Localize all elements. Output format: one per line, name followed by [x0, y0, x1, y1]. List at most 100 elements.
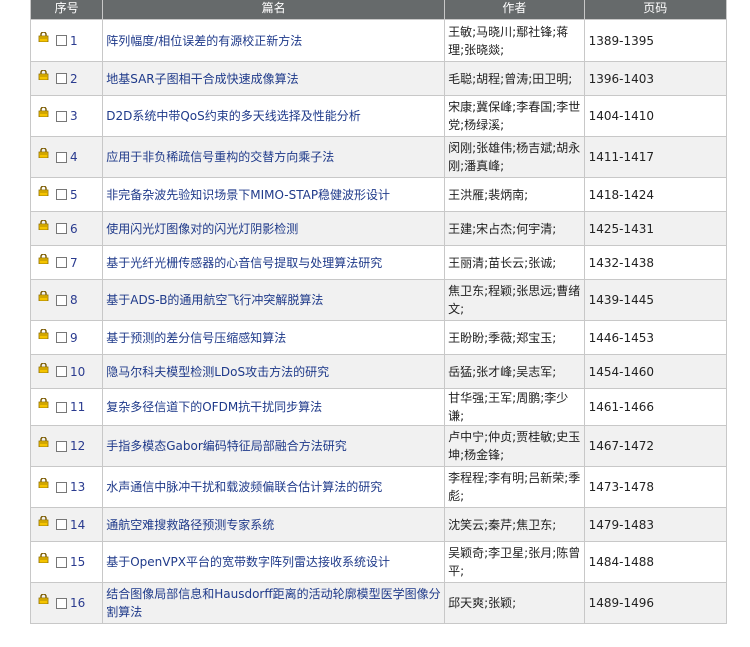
article-pages: 1396-1403 — [583, 61, 728, 96]
lock-icon[interactable] — [38, 107, 49, 117]
article-title-link[interactable]: 非完备杂波先验知识场景下MIMO-STAP稳健波形设计 — [102, 177, 446, 212]
row-number: 9 — [70, 330, 78, 345]
seq-cell: 2 — [29, 61, 104, 96]
article-pages: 1454-1460 — [583, 354, 728, 389]
row-checkbox[interactable] — [56, 189, 67, 200]
table-row: 10 隐马尔科夫模型检测LDoS攻击方法的研究 岳猛;张才峰;吴志军; 1454-14… — [29, 354, 728, 389]
article-pages: 1418-1424 — [583, 177, 728, 212]
article-title-link[interactable]: 水声通信中脉冲干扰和载波频偏联合估计算法的研究 — [102, 466, 446, 508]
article-title-link[interactable]: 结合图像局部信息和Hausdorff距离的活动轮廓模型医学图像分割算法 — [102, 582, 446, 624]
seq-cell: 5 — [29, 177, 104, 212]
article-authors: 甘华强;王军;周鹏;李少谦; — [444, 388, 585, 426]
row-checkbox[interactable] — [56, 110, 67, 122]
seq-cell: 15 — [29, 541, 104, 583]
row-number: 8 — [70, 293, 78, 307]
article-title-link[interactable]: 基于OpenVPX平台的宽带数字阵列雷达接收系统设计 — [102, 541, 446, 583]
row-number: 5 — [70, 187, 78, 202]
lock-icon[interactable] — [38, 185, 49, 196]
row-checkbox[interactable] — [56, 440, 67, 452]
row-checkbox[interactable] — [56, 151, 67, 163]
row-number: 15 — [70, 555, 86, 569]
row-number: 13 — [70, 480, 86, 494]
seq-cell: 6 — [29, 211, 104, 246]
lock-icon[interactable] — [38, 328, 49, 339]
article-pages: 1411-1417 — [583, 136, 728, 178]
article-pages: 1461-1466 — [583, 388, 728, 426]
lock-icon[interactable] — [38, 148, 49, 158]
header-pages[interactable]: 页码 — [583, 0, 728, 20]
row-checkbox[interactable] — [56, 73, 67, 84]
article-title-link[interactable]: 使用闪光灯图像对的闪光灯阴影检测 — [102, 211, 446, 246]
article-title-link[interactable]: D2D系统中带QoS约束的多天线选择及性能分析 — [102, 95, 446, 137]
article-authors: 毛聪;胡程;曾涛;田卫明; — [444, 61, 585, 96]
table-row: 15 基于OpenVPX平台的宽带数字阵列雷达接收系统设计 吴颖奇;李卫星;张月;陈… — [29, 541, 728, 583]
article-authors: 卢中宁;仲贞;贾桂敏;史玉坤;杨金锋; — [444, 425, 585, 467]
article-title-link[interactable]: 基于预测的差分信号压缩感知算法 — [102, 320, 446, 355]
lock-icon[interactable] — [38, 362, 49, 373]
lock-icon[interactable] — [38, 219, 49, 230]
row-checkbox[interactable] — [56, 366, 67, 377]
article-title-link[interactable]: 通航空难搜救路径预测专家系统 — [102, 507, 446, 542]
article-authors: 岳猛;张才峰;吴志军; — [444, 354, 585, 389]
table-row: 12 手指多模态Gabor编码特征局部融合方法研究 卢中宁;仲贞;贾桂敏;史玉坤;杨… — [29, 425, 728, 467]
lock-icon[interactable] — [38, 478, 49, 488]
lock-icon[interactable] — [38, 398, 49, 408]
row-checkbox[interactable] — [56, 597, 67, 609]
table-row: 1 阵列幅度/相位误差的有源校正新方法 王敏;马晓川;鄢社锋;蒋理;张晓燚; 1389… — [29, 19, 728, 62]
article-pages: 1467-1472 — [583, 425, 728, 467]
row-checkbox[interactable] — [56, 332, 67, 343]
article-pages: 1439-1445 — [583, 279, 728, 321]
lock-icon[interactable] — [38, 69, 49, 80]
article-authors: 邱天爽;张颖; — [444, 582, 585, 624]
article-title-link[interactable]: 基于ADS-B的通用航空飞行冲突解脱算法 — [102, 279, 446, 321]
seq-cell: 12 — [29, 425, 104, 467]
article-authors: 王丽清;苗长云;张诚; — [444, 245, 585, 280]
article-title-link[interactable]: 阵列幅度/相位误差的有源校正新方法 — [102, 19, 446, 62]
article-title-link[interactable]: 基于光纤光栅传感器的心音信号提取与处理算法研究 — [102, 245, 446, 280]
article-title-link[interactable]: 地基SAR子图相干合成快速成像算法 — [102, 61, 446, 96]
lock-icon[interactable] — [38, 553, 49, 563]
article-authors: 王洪雁;裴炳南; — [444, 177, 585, 212]
lock-icon[interactable] — [38, 31, 49, 42]
article-pages: 1484-1488 — [583, 541, 728, 583]
header-title[interactable]: 篇名 — [102, 0, 446, 20]
article-title-link[interactable]: 隐马尔科夫模型检测LDoS攻击方法的研究 — [102, 354, 446, 389]
article-authors: 焦卫东;程颖;张思远;曹绪文; — [444, 279, 585, 321]
row-checkbox[interactable] — [56, 35, 67, 46]
row-number: 7 — [70, 255, 78, 270]
seq-cell: 8 — [29, 279, 104, 321]
article-title-link[interactable]: 应用于非负稀疏信号重构的交替方向乘子法 — [102, 136, 446, 178]
seq-cell: 14 — [29, 507, 104, 542]
table-header-row: 序号 篇名 作者 页码 — [29, 0, 728, 20]
row-checkbox[interactable] — [56, 223, 67, 234]
row-checkbox[interactable] — [56, 519, 67, 530]
row-checkbox[interactable] — [56, 257, 67, 268]
row-number: 16 — [70, 596, 86, 610]
lock-icon[interactable] — [38, 437, 49, 447]
table-row: 11 复杂多径信道下的OFDM抗干扰同步算法 甘华强;王军;周鹏;李少谦; 1461-… — [29, 388, 728, 426]
header-seq[interactable]: 序号 — [29, 0, 104, 20]
row-checkbox[interactable] — [56, 556, 67, 568]
article-authors: 王盼盼;季薇;郑宝玉; — [444, 320, 585, 355]
lock-icon[interactable] — [38, 515, 49, 526]
lock-icon[interactable] — [38, 291, 49, 301]
seq-cell: 11 — [29, 388, 104, 426]
seq-cell: 3 — [29, 95, 104, 137]
lock-icon[interactable] — [38, 253, 49, 264]
row-checkbox[interactable] — [56, 481, 67, 493]
article-title-link[interactable]: 手指多模态Gabor编码特征局部融合方法研究 — [102, 425, 446, 467]
article-pages: 1404-1410 — [583, 95, 728, 137]
article-authors: 闵刚;张雄伟;杨吉斌;胡永刚;潘真峰; — [444, 136, 585, 178]
table-row: 16 结合图像局部信息和Hausdorff距离的活动轮廓模型医学图像分割算法 邱天爽… — [29, 582, 728, 624]
seq-cell: 13 — [29, 466, 104, 508]
row-number: 6 — [70, 221, 78, 236]
table-row: 4 应用于非负稀疏信号重构的交替方向乘子法 闵刚;张雄伟;杨吉斌;胡永刚;潘真峰; 1… — [29, 136, 728, 178]
lock-icon[interactable] — [38, 594, 49, 604]
seq-cell: 7 — [29, 245, 104, 280]
header-author[interactable]: 作者 — [444, 0, 585, 20]
row-checkbox[interactable] — [56, 401, 67, 413]
row-checkbox[interactable] — [56, 294, 67, 306]
row-number: 10 — [70, 364, 86, 379]
article-pages: 1432-1438 — [583, 245, 728, 280]
article-title-link[interactable]: 复杂多径信道下的OFDM抗干扰同步算法 — [102, 388, 446, 426]
